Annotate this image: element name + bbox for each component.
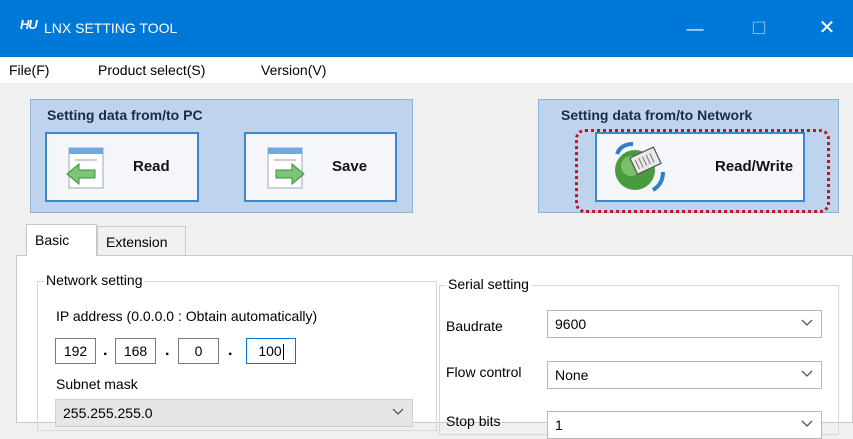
menu-version[interactable]: Version(V): [261, 62, 326, 78]
stop-bits-value: 1: [555, 417, 563, 433]
baudrate-label: Baudrate: [446, 318, 503, 334]
serial-setting-title: Serial setting: [446, 276, 531, 292]
save-button[interactable]: Save: [244, 132, 397, 202]
title-bar: HU LNX SETTING TOOL — ☐ ✕: [0, 0, 853, 57]
ip-address-label: IP address (0.0.0.0 : Obtain automatical…: [56, 308, 318, 324]
menu-file[interactable]: File(F): [9, 62, 49, 78]
chevron-down-icon: [392, 408, 404, 415]
text-caret: [282, 344, 284, 361]
subnet-mask-value: 255.255.255.0: [63, 405, 153, 421]
tab-basic[interactable]: Basic: [26, 224, 97, 256]
menu-bar: File(F) Product select(S) Version(V): [0, 57, 853, 83]
chevron-down-icon: [801, 420, 813, 427]
tab-extension[interactable]: Extension: [97, 226, 186, 256]
network-panel-title: Setting data from/to Network: [561, 107, 753, 123]
ip-octet-3-input[interactable]: 0: [178, 338, 219, 364]
pc-setting-panel: Setting data from/to PC Read Save: [30, 99, 413, 213]
window-title: LNX SETTING TOOL: [44, 20, 178, 36]
read-button-label: Read: [133, 158, 170, 175]
ip-octet-1-input[interactable]: 192: [55, 338, 96, 364]
read-button[interactable]: Read: [45, 132, 199, 202]
minimize-button[interactable]: —: [672, 0, 718, 57]
tab-extension-label: Extension: [106, 234, 168, 250]
ip-octet-4-input[interactable]: 100: [246, 338, 296, 364]
network-setting-title: Network setting: [44, 272, 145, 288]
baudrate-select[interactable]: 9600: [547, 310, 822, 338]
read-write-highlight-outline: [575, 129, 830, 213]
subnet-mask-label: Subnet mask: [56, 376, 138, 392]
pc-panel-title: Setting data from/to PC: [47, 107, 203, 123]
app-logo-icon: HU: [20, 17, 38, 32]
flow-control-select[interactable]: None: [547, 361, 822, 389]
stop-bits-label: Stop bits: [446, 413, 501, 429]
flow-control-label: Flow control: [446, 364, 522, 380]
ip-octet-2-input[interactable]: 168: [115, 338, 156, 364]
read-from-file-icon: [66, 147, 104, 189]
ip-separator-dot: .: [103, 342, 108, 359]
chevron-down-icon: [801, 319, 813, 326]
flow-control-value: None: [555, 367, 589, 383]
save-button-label: Save: [332, 158, 368, 175]
ip-octet-4-value: 100: [258, 343, 282, 359]
ip-separator-dot: .: [165, 342, 170, 359]
close-button[interactable]: ✕: [804, 0, 850, 57]
chevron-down-icon: [801, 370, 813, 377]
stop-bits-select[interactable]: 1: [547, 411, 822, 439]
tab-basic-label: Basic: [35, 232, 70, 248]
save-to-file-icon: [267, 147, 305, 189]
ip-separator-dot: .: [228, 342, 233, 359]
menu-product-select[interactable]: Product select(S): [98, 62, 205, 78]
baudrate-value: 9600: [555, 316, 587, 332]
maximize-button[interactable]: ☐: [736, 0, 782, 57]
